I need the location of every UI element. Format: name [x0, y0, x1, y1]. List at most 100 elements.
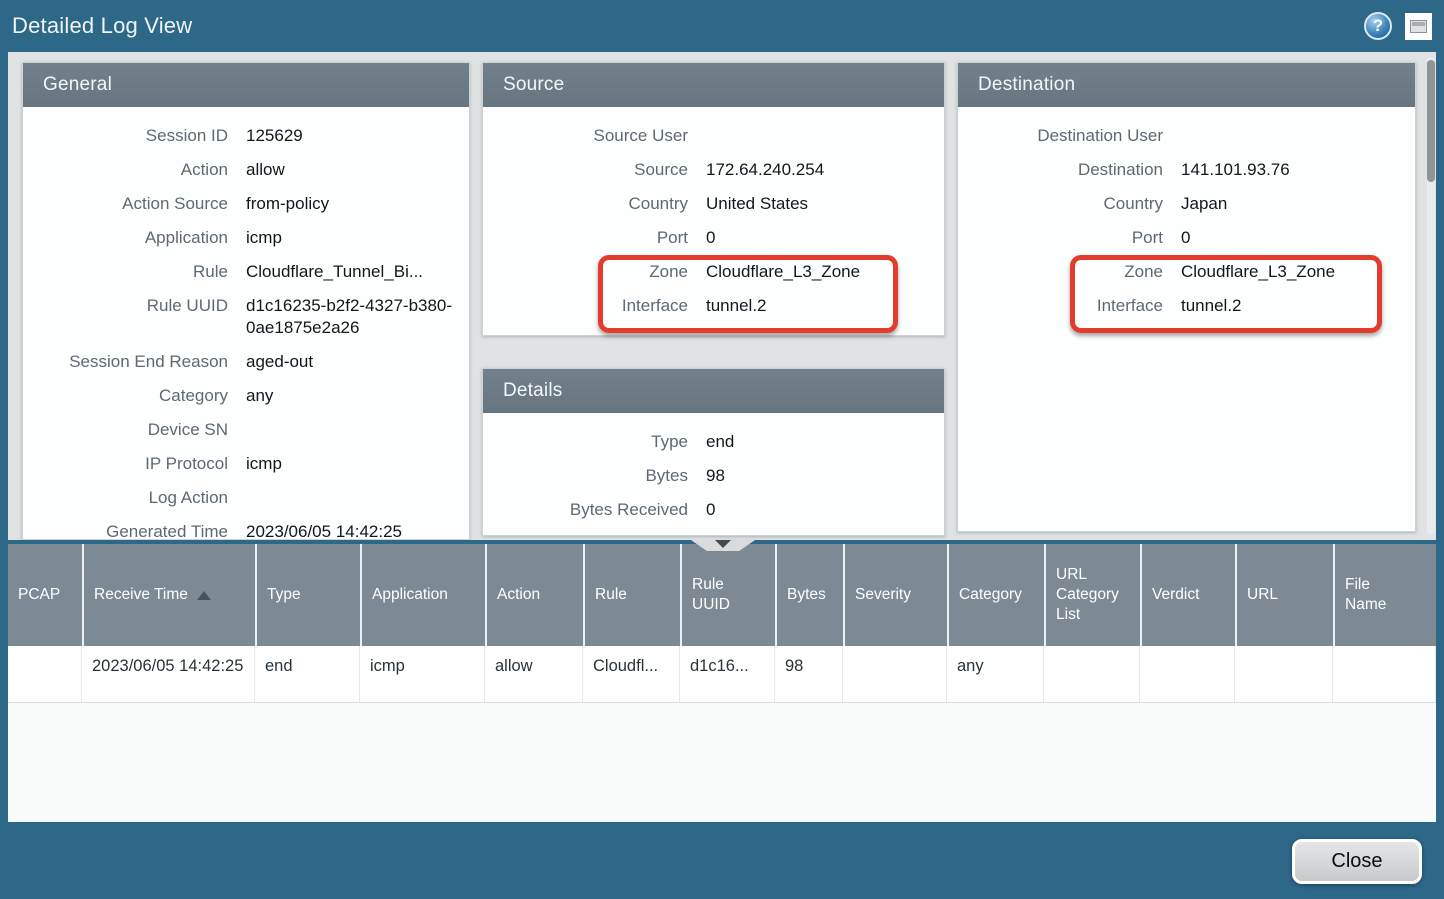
column-header-label: Category — [959, 585, 1022, 605]
cell-severity — [843, 646, 947, 702]
log-table: PCAP Receive Time Type Application Action Rul… — [8, 544, 1436, 822]
cell-type: end — [255, 646, 360, 702]
cell-value: icmp — [370, 657, 405, 675]
cell-value: any — [957, 657, 984, 675]
details-panel-header: Details — [483, 369, 944, 413]
column-header-url[interactable]: URL — [1235, 544, 1333, 646]
field-label: Category — [23, 385, 228, 407]
field-label: Application — [23, 227, 228, 249]
column-header-bytes[interactable]: Bytes — [775, 544, 843, 646]
column-header-label: Receive Time — [94, 585, 188, 605]
field-row-log-action: Log Action — [23, 481, 469, 515]
column-header-verdict[interactable]: Verdict — [1140, 544, 1235, 646]
field-value: Japan — [1163, 193, 1415, 215]
log-table-row[interactable]: 2023/06/05 14:42:25 endicmp allow Cloudfl..… — [8, 646, 1436, 703]
close-button[interactable]: Close — [1292, 839, 1422, 884]
general-panel-header: General — [23, 63, 469, 107]
column-header-receive-time[interactable]: Receive Time — [82, 544, 255, 646]
field-value: allow — [228, 159, 469, 181]
column-header-rule-uuid[interactable]: Rule UUID — [680, 544, 775, 646]
cell-value: 98 — [785, 657, 803, 675]
cell-bytes: 98 — [775, 646, 843, 702]
destination-panel-body: Destination UserDestination141.101.93.76… — [958, 107, 1415, 335]
field-row-application: Applicationicmp — [23, 221, 469, 255]
cell-rule-uuid: d1c16... — [680, 646, 775, 702]
field-label: Interface — [483, 295, 688, 317]
column-header-label: PCAP — [18, 585, 60, 605]
column-header-label: Verdict — [1152, 585, 1199, 605]
field-value: Cloudflare_L3_Zone — [688, 261, 944, 283]
field-row-zone: ZoneCloudflare_L3_Zone — [958, 255, 1415, 289]
field-row-bytes-received: Bytes Received0 — [483, 493, 944, 527]
title-bar-icons: ? — [1364, 12, 1432, 40]
field-label: Bytes — [483, 465, 688, 487]
help-icon[interactable]: ? — [1364, 12, 1392, 40]
column-header-url-category-list[interactable]: URL Category List — [1044, 544, 1140, 646]
field-label: Generated Time — [23, 521, 228, 540]
cell-value: allow — [495, 657, 533, 675]
field-label: Zone — [958, 261, 1163, 283]
maximize-window-icon[interactable] — [1405, 13, 1432, 40]
content-scrollbar-thumb[interactable] — [1427, 60, 1435, 182]
column-header-label: URL — [1247, 585, 1278, 605]
field-row-type: Typeend — [483, 425, 944, 459]
content-scrollbar[interactable] — [1427, 57, 1435, 535]
field-value: aged-out — [228, 351, 469, 373]
field-value — [228, 487, 469, 509]
log-table-header-row: PCAP Receive Time Type Application Action Rul… — [8, 544, 1436, 646]
detailed-log-view-dialog: Detailed Log View ? General Session ID12… — [0, 0, 1444, 899]
field-label: Rule — [23, 261, 228, 283]
page-title: Detailed Log View — [12, 13, 192, 39]
column-header-label: Rule — [595, 585, 627, 605]
field-label: IP Protocol — [23, 453, 228, 475]
column-header-file-name[interactable]: File Name — [1333, 544, 1436, 646]
field-label: Source User — [483, 125, 688, 147]
field-row-interface: Interfacetunnel.2 — [483, 289, 944, 323]
field-row-zone: ZoneCloudflare_L3_Zone — [483, 255, 944, 289]
column-header-application[interactable]: Application — [360, 544, 485, 646]
cell-file-name — [1333, 646, 1436, 702]
window-glyph — [1410, 20, 1427, 33]
column-header-label: Action — [497, 585, 540, 605]
field-value: from-policy — [228, 193, 469, 215]
details-panel-body: TypeendBytes98Bytes Received0 — [483, 413, 944, 536]
column-header-label: Severity — [855, 585, 911, 605]
column-header-label: URL Category List — [1056, 565, 1119, 625]
column-header-label: Type — [267, 585, 301, 605]
field-label: Type — [483, 431, 688, 453]
field-value: 141.101.93.76 — [1163, 159, 1415, 181]
field-label: Port — [483, 227, 688, 249]
field-label: Zone — [483, 261, 688, 283]
sort-ascending-icon — [197, 591, 211, 600]
field-row-rule-uuid: Rule UUIDd1c16235-b2f2-4327-b380-0ae1875… — [23, 289, 469, 345]
field-value — [1163, 125, 1415, 147]
cell-value: 2023/06/05 14:42:25 — [92, 657, 243, 675]
column-header-action[interactable]: Action — [485, 544, 583, 646]
column-header-pcap[interactable]: PCAP — [8, 544, 82, 646]
cell-pcap — [8, 646, 82, 702]
column-header-severity[interactable]: Severity — [843, 544, 947, 646]
field-value: end — [688, 431, 944, 453]
cell-action: allow — [485, 646, 583, 702]
title-bar: Detailed Log View ? — [0, 0, 1444, 52]
column-header-type[interactable]: Type — [255, 544, 360, 646]
cell-rule: Cloudfl... — [583, 646, 680, 702]
field-value: d1c16235-b2f2-4327-b380-0ae1875e2a26 — [228, 295, 469, 339]
field-row-action: Actionallow — [23, 153, 469, 187]
cell-url — [1235, 646, 1333, 702]
field-row-session-id: Session ID125629 — [23, 119, 469, 153]
field-row-interface: Interfacetunnel.2 — [958, 289, 1415, 323]
field-label: Session ID — [23, 125, 228, 147]
column-header-rule[interactable]: Rule — [583, 544, 680, 646]
column-header-category[interactable]: Category — [947, 544, 1044, 646]
cell-value: Cloudfl... — [593, 657, 658, 675]
field-value: any — [228, 385, 469, 407]
field-value — [688, 125, 944, 147]
field-row-category: Categoryany — [23, 379, 469, 413]
field-row-generated-time: Generated Time2023/06/05 14:42:25 — [23, 515, 469, 540]
field-value: tunnel.2 — [688, 295, 944, 317]
source-panel-body: Source UserSource172.64.240.254CountryUn… — [483, 107, 944, 335]
field-row-ip-protocol: IP Protocolicmp — [23, 447, 469, 481]
column-header-label: Bytes — [787, 585, 826, 605]
field-row-device-sn: Device SN — [23, 413, 469, 447]
